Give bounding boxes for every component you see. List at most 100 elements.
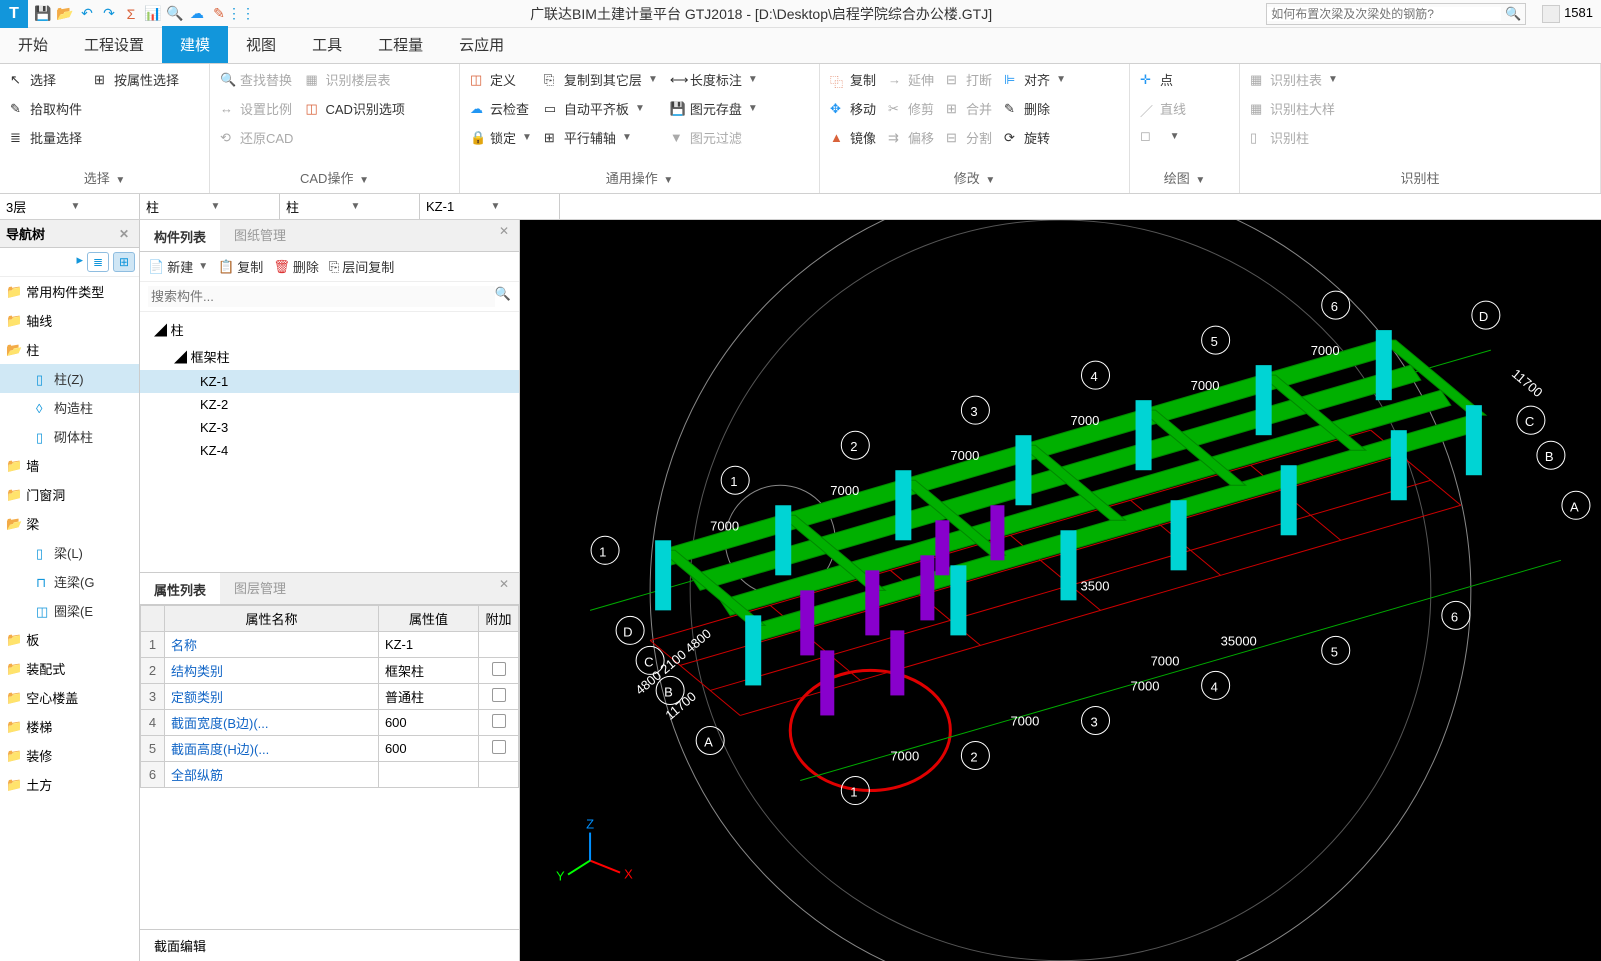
tab-project-settings[interactable]: 工程设置 bbox=[66, 26, 162, 63]
comp-kz1[interactable]: KZ-1 bbox=[140, 370, 519, 393]
nav-stair[interactable]: 📁楼梯 bbox=[0, 712, 139, 741]
section-edit-button[interactable]: 截面编辑 bbox=[140, 929, 519, 961]
checkbox[interactable] bbox=[492, 740, 506, 754]
cad-options-button[interactable]: ◫CAD识别选项 bbox=[301, 97, 408, 120]
copy-to-floor-button[interactable]: ⎘复制到其它层 ▼ bbox=[540, 68, 662, 91]
floor-selector[interactable]: 3层▼ bbox=[0, 194, 140, 219]
qat-redo-icon[interactable]: ↷ bbox=[100, 5, 118, 23]
nav-masonry-column[interactable]: ▯砌体柱 bbox=[0, 422, 139, 451]
nav-beam[interactable]: 📂梁 bbox=[0, 509, 139, 538]
type-selector[interactable]: 柱▼ bbox=[280, 194, 420, 219]
close-icon[interactable]: ✕ bbox=[499, 224, 513, 238]
qat-check-icon[interactable]: 🔍 bbox=[166, 5, 184, 23]
help-search[interactable]: 🔍 bbox=[1266, 3, 1526, 25]
nav-axis[interactable]: 📁轴线 bbox=[0, 306, 139, 335]
tab-property-list[interactable]: 属性列表 bbox=[140, 573, 220, 604]
list-view-icon[interactable]: ≣ bbox=[87, 252, 109, 272]
select-button[interactable]: ↖选择 bbox=[6, 68, 86, 91]
tab-start[interactable]: 开始 bbox=[0, 26, 66, 63]
nav-ring-beam[interactable]: ◫圈梁(E bbox=[0, 596, 139, 625]
checkbox[interactable] bbox=[492, 662, 506, 676]
tab-drawing-manage[interactable]: 图纸管理 bbox=[220, 220, 300, 251]
cloud-check-button[interactable]: ☁云检查 bbox=[466, 97, 536, 120]
align-button[interactable]: ⊫对齐 ▼ bbox=[1000, 68, 1070, 91]
lock-button[interactable]: 🔒锁定 ▼ bbox=[466, 126, 536, 149]
auto-align-slab-button[interactable]: ▭自动平齐板 ▼ bbox=[540, 97, 662, 120]
lock-icon: 🔒 bbox=[470, 130, 486, 146]
offset-button: ⇉偏移 bbox=[884, 126, 938, 149]
component-selector[interactable]: KZ-1▼ bbox=[420, 194, 560, 219]
search-icon[interactable]: 🔍 bbox=[1501, 6, 1525, 22]
select-by-property-button[interactable]: ⊞按属性选择 bbox=[90, 68, 183, 91]
qat-undo-icon[interactable]: ↶ bbox=[78, 5, 96, 23]
qat-sum-icon[interactable]: Σ bbox=[122, 5, 140, 23]
nav-earthwork[interactable]: 📁土方 bbox=[0, 770, 139, 799]
help-search-input[interactable] bbox=[1267, 7, 1501, 21]
close-icon[interactable]: ✕ bbox=[499, 577, 513, 591]
nav-decoration[interactable]: 📁装修 bbox=[0, 741, 139, 770]
nav-column[interactable]: 📂柱 bbox=[0, 335, 139, 364]
element-save-button[interactable]: 💾图元存盘 ▼ bbox=[666, 97, 762, 120]
qat-report-icon[interactable]: 📊 bbox=[144, 5, 162, 23]
copy-component-button[interactable]: 📋复制 bbox=[218, 257, 263, 276]
extend-icon: → bbox=[888, 72, 904, 88]
checkbox[interactable] bbox=[492, 714, 506, 728]
interfloor-icon: ⎘ bbox=[329, 259, 339, 275]
qat-edit-icon[interactable]: ✎ bbox=[210, 5, 228, 23]
checkbox[interactable] bbox=[492, 688, 506, 702]
nav-column-z[interactable]: ▯柱(Z) bbox=[0, 364, 139, 393]
user-id: 1581 bbox=[1564, 5, 1593, 20]
point-button[interactable]: ✛点 bbox=[1136, 68, 1190, 91]
nav-structural-column[interactable]: ◊构造柱 bbox=[0, 393, 139, 422]
move-button[interactable]: ✥移动 bbox=[826, 97, 880, 120]
tab-layer-manage[interactable]: 图层管理 bbox=[220, 573, 300, 604]
delete-button[interactable]: ✎删除 bbox=[1000, 97, 1070, 120]
comp-kz4[interactable]: KZ-4 bbox=[140, 439, 519, 462]
qat-cloud-icon[interactable]: ☁ bbox=[188, 5, 206, 23]
qat-save-icon[interactable]: 💾 bbox=[34, 5, 52, 23]
rotate-button[interactable]: ⟳旋转 bbox=[1000, 126, 1070, 149]
new-button[interactable]: 📄新建 ▼ bbox=[148, 257, 208, 276]
copy-button[interactable]: ⿻复制 bbox=[826, 68, 880, 91]
comp-tree-group[interactable]: ◢ 框架柱 bbox=[140, 343, 519, 370]
component-search-input[interactable] bbox=[148, 286, 495, 307]
nav-slab[interactable]: 📁板 bbox=[0, 625, 139, 654]
tab-component-list[interactable]: 构件列表 bbox=[140, 220, 220, 251]
search-icon[interactable]: 🔍 bbox=[495, 286, 511, 307]
copy-between-floors-button[interactable]: ⎘层间复制 bbox=[329, 257, 394, 276]
mirror-button[interactable]: ▲镜像 bbox=[826, 126, 880, 149]
length-dim-button[interactable]: ⟷长度标注 ▼ bbox=[666, 68, 762, 91]
qat-open-icon[interactable]: 📂 bbox=[56, 5, 74, 23]
tab-tools[interactable]: 工具 bbox=[294, 26, 360, 63]
collapse-icon[interactable]: ▸ bbox=[76, 252, 83, 272]
batch-select-button[interactable]: ≣批量选择 bbox=[6, 126, 86, 149]
delete-component-button[interactable]: 🗑删除 bbox=[273, 257, 319, 276]
3d-viewport[interactable]: 1 2 3 4 5 6 1 D C B A 1 2 3 4 5 bbox=[520, 220, 1601, 961]
comp-tree-root[interactable]: ◢ 柱 bbox=[140, 316, 519, 343]
qat-grid-icon[interactable]: ⋮⋮ bbox=[232, 5, 250, 23]
tab-view[interactable]: 视图 bbox=[228, 26, 294, 63]
comp-kz3[interactable]: KZ-3 bbox=[140, 416, 519, 439]
svg-text:2: 2 bbox=[850, 439, 857, 454]
nav-hollow-slab[interactable]: 📁空心楼盖 bbox=[0, 683, 139, 712]
category-selector[interactable]: 柱▼ bbox=[140, 194, 280, 219]
comp-kz2[interactable]: KZ-2 bbox=[140, 393, 519, 416]
nav-common-components[interactable]: 📁常用构件类型 bbox=[0, 277, 139, 306]
pick-component-button[interactable]: ✎拾取构件 bbox=[6, 97, 86, 120]
parallel-axis-button[interactable]: ⊞平行辅轴 ▼ bbox=[540, 126, 662, 149]
nav-beam-l[interactable]: ▯梁(L) bbox=[0, 538, 139, 567]
define-button[interactable]: ◫定义 bbox=[466, 68, 536, 91]
nav-opening[interactable]: 📁门窗洞 bbox=[0, 480, 139, 509]
grid-view-icon[interactable]: ⊞ bbox=[113, 252, 135, 272]
nav-prefab[interactable]: 📁装配式 bbox=[0, 654, 139, 683]
prop-header-value: 属性值 bbox=[378, 606, 478, 632]
identify-column-table-button: ▦识别柱表 ▼ bbox=[1246, 68, 1342, 91]
table-icon: ▦ bbox=[305, 72, 321, 88]
close-icon[interactable]: ✕ bbox=[119, 227, 133, 241]
tab-cloud[interactable]: 云应用 bbox=[441, 26, 522, 63]
tab-modeling[interactable]: 建模 bbox=[162, 26, 228, 63]
nav-wall[interactable]: 📁墙 bbox=[0, 451, 139, 480]
nav-coupling-beam[interactable]: ⊓连梁(G bbox=[0, 567, 139, 596]
user-avatar[interactable]: 1581 bbox=[1534, 4, 1601, 22]
tab-quantity[interactable]: 工程量 bbox=[360, 26, 441, 63]
